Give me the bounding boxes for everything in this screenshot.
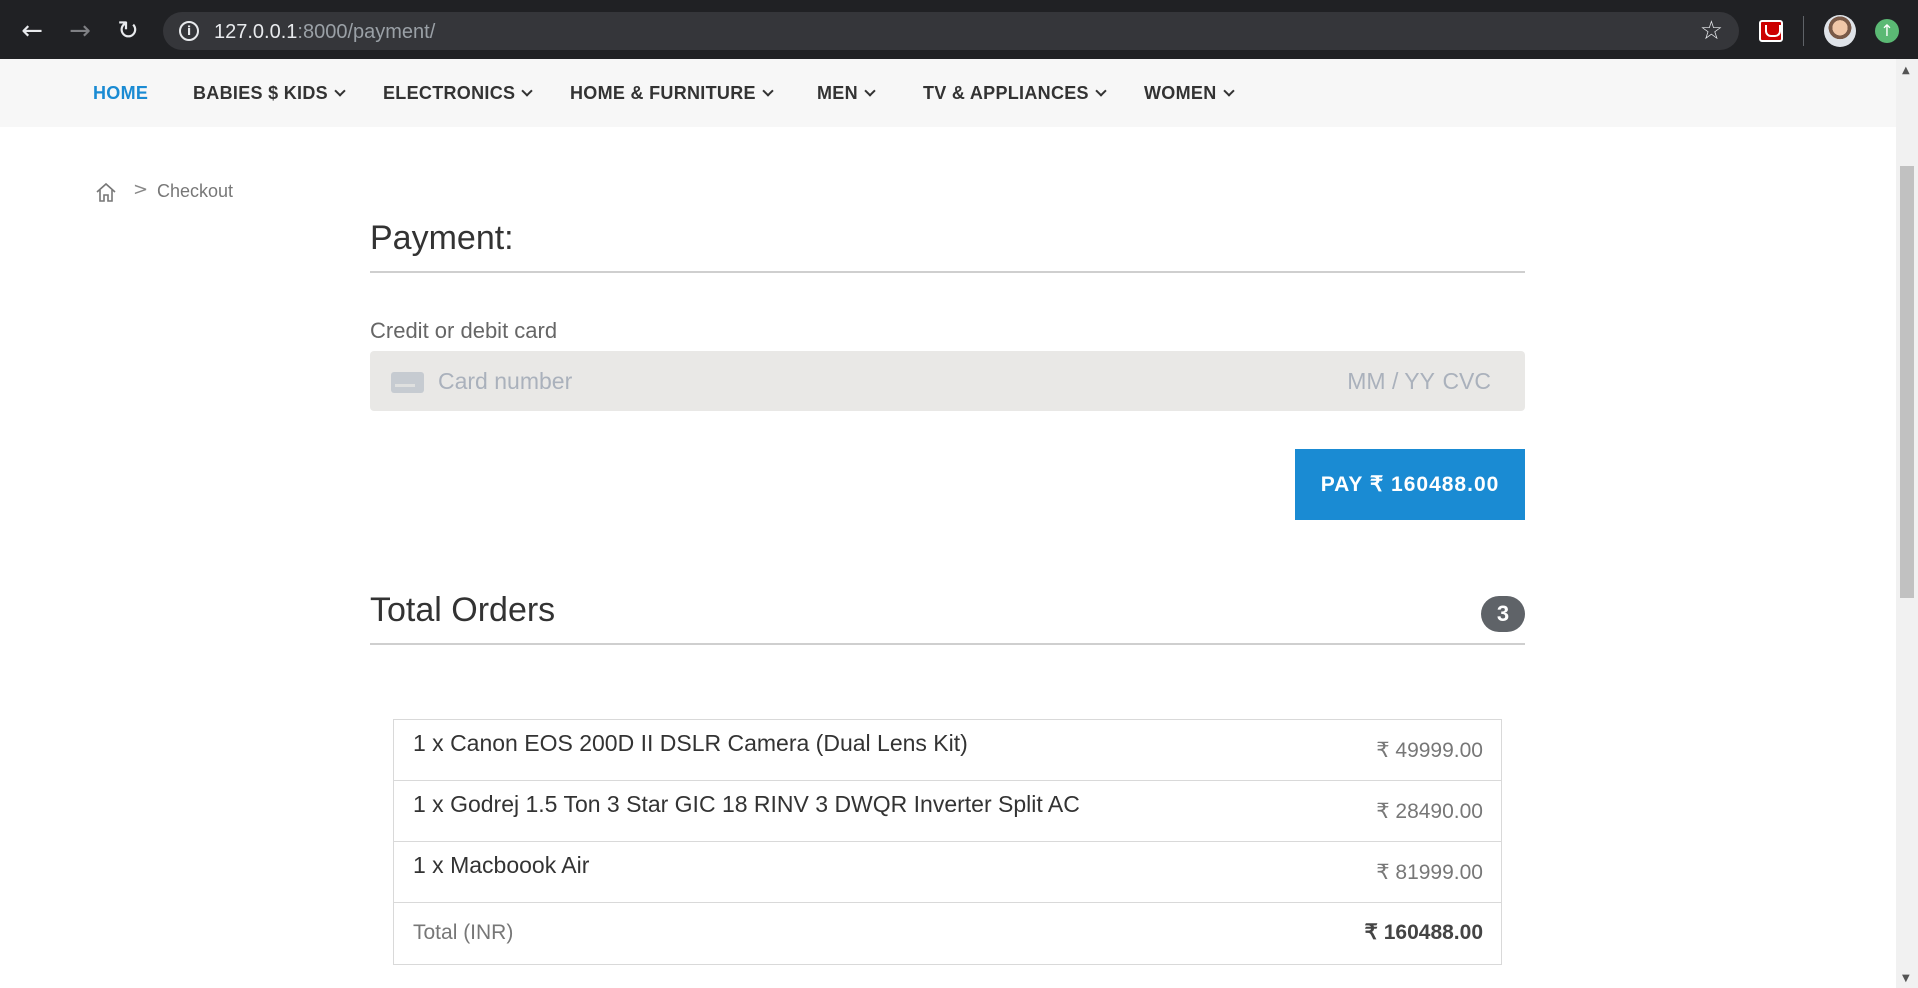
breadcrumb-current: Checkout — [157, 181, 234, 201]
breadcrumb-separator: > — [133, 179, 149, 200]
menu-item-electronics[interactable]: ELECTRONICS — [383, 83, 533, 104]
scrollbar-thumb[interactable] — [1900, 166, 1914, 598]
menu-item-label: BABIES $ KIDS — [193, 83, 328, 103]
total-value: ₹ 160488.00 — [1364, 921, 1483, 944]
menu-item-label: TV & APPLIANCES — [923, 83, 1089, 103]
order-item-name: 1 x Godrej 1.5 Ton 3 Star GIC 18 RINV 3 … — [413, 791, 1080, 817]
order-total-row: Total (INR) ₹ 160488.00 — [394, 903, 1501, 964]
menu-item-label: WOMEN — [1144, 83, 1217, 103]
credit-card-icon — [391, 372, 424, 393]
site-info-icon[interactable]: i — [179, 21, 199, 41]
menu-item-label: MEN — [817, 83, 858, 103]
card-number-input[interactable]: Card number — [438, 368, 1138, 395]
scroll-down-icon[interactable]: ▼ — [1902, 973, 1910, 984]
chevron-down-icon — [864, 85, 876, 97]
orders-divider — [370, 643, 1525, 645]
chevron-down-icon — [762, 85, 774, 97]
url-host: 127.0.0.1 — [214, 21, 298, 43]
address-bar[interactable]: i 127.0.0.1:8000/payment/ ☆ — [163, 12, 1739, 50]
home-icon[interactable] — [95, 181, 117, 203]
total-label: Total (INR) — [413, 921, 514, 944]
order-count-badge: 3 — [1481, 596, 1525, 632]
bookmark-star-icon[interactable]: ☆ — [1700, 16, 1723, 46]
chevron-down-icon — [1222, 85, 1235, 97]
menu-item-men[interactable]: MEN — [817, 83, 876, 104]
card-cvc-input[interactable]: CVC — [1442, 368, 1491, 395]
menu-item-home-furniture[interactable]: HOME & FURNITURE — [570, 83, 774, 104]
menu-item-home[interactable]: HOME — [93, 83, 148, 104]
pay-button[interactable]: PAY ₹ 160488.00 — [1295, 449, 1525, 520]
list-item: 1 x Macboook Air ₹ 81999.00 — [394, 842, 1501, 903]
menu-item-women[interactable]: WOMEN — [1144, 83, 1235, 104]
menu-item-babies-kids[interactable]: BABIES $ KIDS — [193, 83, 346, 104]
menu-item-label: HOME & FURNITURE — [570, 83, 756, 103]
forward-icon[interactable]: → — [62, 13, 98, 49]
url-path: :8000/payment/ — [297, 21, 436, 43]
payment-title: Payment: — [370, 219, 514, 257]
menu-item-tv-appliances[interactable]: TV & APPLIANCES — [923, 83, 1107, 104]
chevron-down-icon — [521, 85, 533, 97]
list-item: 1 x Godrej 1.5 Ton 3 Star GIC 18 RINV 3 … — [394, 781, 1501, 842]
order-item-name: 1 x Canon EOS 200D II DSLR Camera (Dual … — [413, 730, 968, 756]
menu-item-label: ELECTRONICS — [383, 83, 516, 103]
url-text[interactable]: 127.0.0.1:8000/payment/ — [214, 21, 435, 44]
mcafee-extension-icon[interactable] — [1759, 20, 1783, 42]
page-scrollbar[interactable]: ▲ ▼ — [1896, 59, 1918, 988]
order-item-price: ₹ 81999.00 — [1376, 861, 1483, 884]
order-list: 1 x Canon EOS 200D II DSLR Camera (Dual … — [393, 719, 1502, 965]
chevron-down-icon — [1095, 85, 1107, 97]
back-icon[interactable]: ← — [14, 13, 50, 49]
profile-avatar[interactable] — [1824, 15, 1856, 47]
payment-divider — [370, 271, 1525, 273]
browser-toolbar: ← → ↻ i 127.0.0.1:8000/payment/ ☆ ↑ — [0, 0, 1918, 59]
card-field-label: Credit or debit card — [370, 318, 558, 343]
order-item-name: 1 x Macboook Air — [413, 852, 590, 878]
card-expiry-input[interactable]: MM / YY — [1347, 368, 1435, 395]
update-icon[interactable]: ↑ — [1875, 19, 1899, 43]
order-item-price: ₹ 28490.00 — [1376, 800, 1483, 823]
toolbar-divider — [1803, 16, 1804, 46]
scroll-up-icon[interactable]: ▲ — [1902, 65, 1910, 76]
reload-icon[interactable]: ↻ — [110, 13, 146, 49]
menu-item-label: HOME — [93, 83, 149, 103]
site-nav-menu: HOME BABIES $ KIDS ELECTRONICS HOME & FU… — [0, 59, 1896, 127]
order-item-price: ₹ 49999.00 — [1376, 739, 1483, 762]
list-item: 1 x Canon EOS 200D II DSLR Camera (Dual … — [394, 720, 1501, 781]
chevron-down-icon — [334, 85, 346, 97]
total-orders-title: Total Orders — [370, 591, 556, 629]
card-input-field[interactable]: Card number MM / YY CVC — [370, 351, 1525, 411]
